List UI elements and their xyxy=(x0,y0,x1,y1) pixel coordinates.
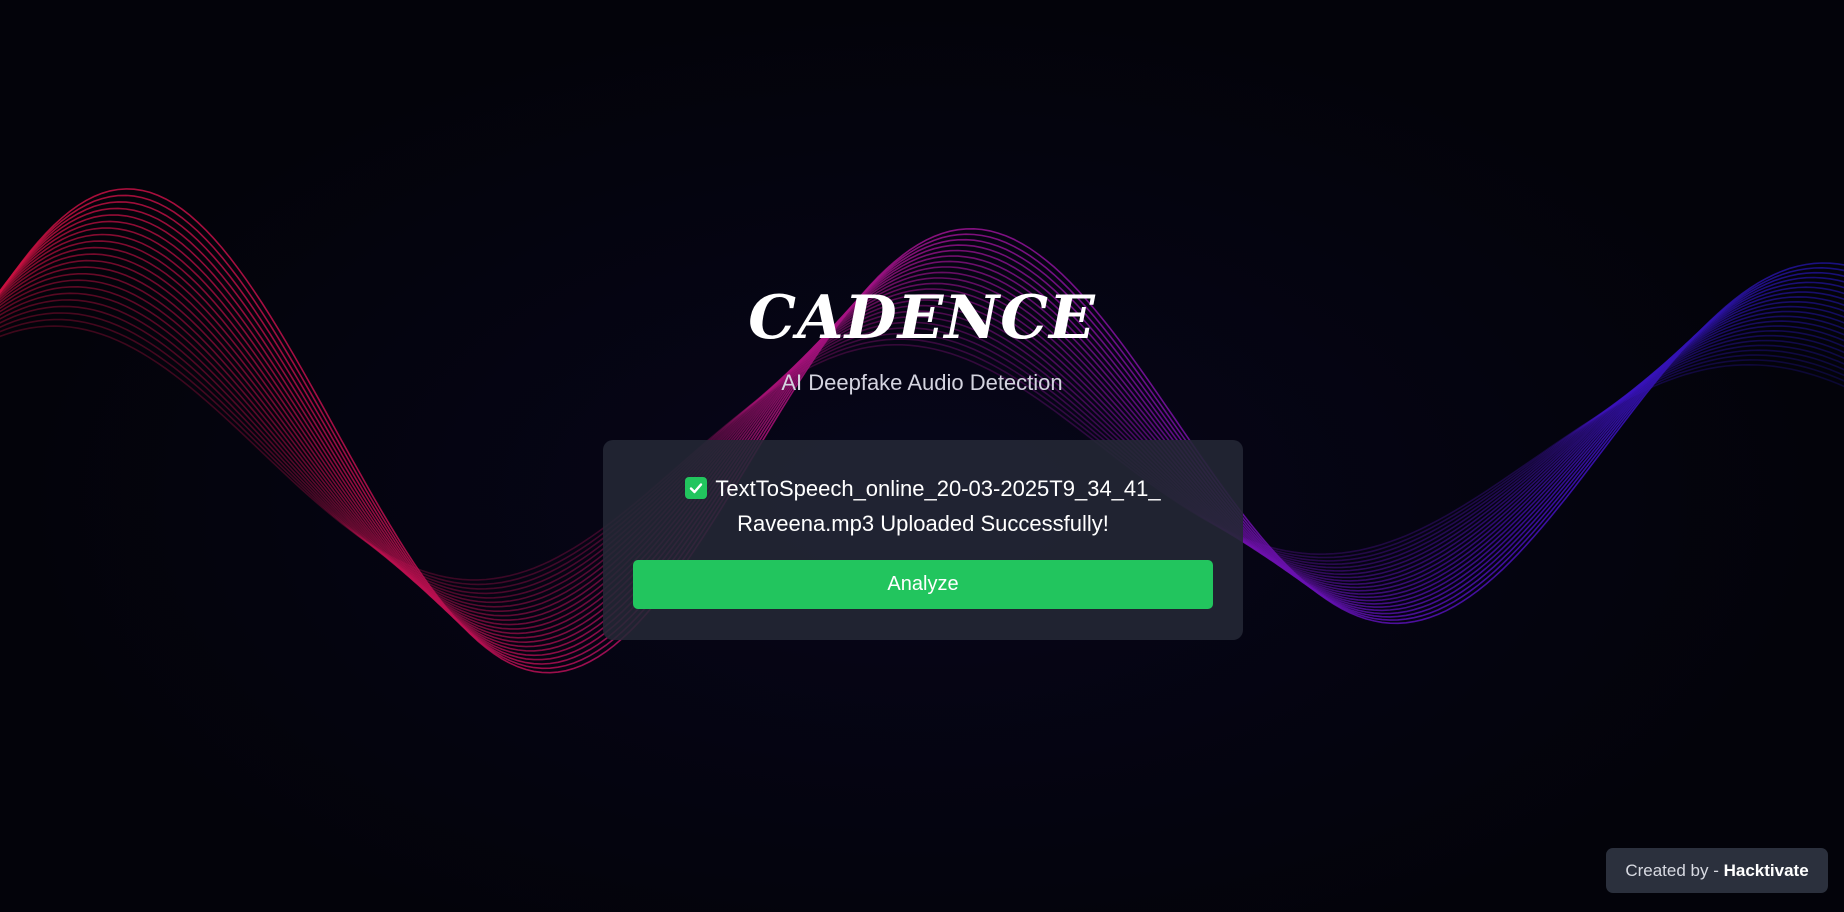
created-by-badge[interactable]: Created by - Hacktivate xyxy=(1606,848,1828,893)
app-tagline: AI Deepfake Audio Detection xyxy=(781,370,1063,395)
check-square-icon xyxy=(685,477,708,499)
upload-filename-line: TextToSpeech_online_20-03-2025T9_34_41_ xyxy=(715,476,1161,501)
app-root: CADENCE AI Deepfake Audio Detection Text… xyxy=(0,0,1844,912)
upload-success-line: Raveena.mp3 Uploaded Successfully! xyxy=(737,511,1109,536)
upload-card: TextToSpeech_online_20-03-2025T9_34_41_ … xyxy=(603,440,1243,640)
created-by-name: Hacktivate xyxy=(1723,861,1809,880)
upload-status-message: TextToSpeech_online_20-03-2025T9_34_41_ … xyxy=(623,471,1223,541)
app-title: CADENCE xyxy=(748,283,1096,353)
created-by-prefix: Created by - xyxy=(1625,861,1724,880)
analyze-button[interactable]: Analyze xyxy=(633,560,1213,609)
